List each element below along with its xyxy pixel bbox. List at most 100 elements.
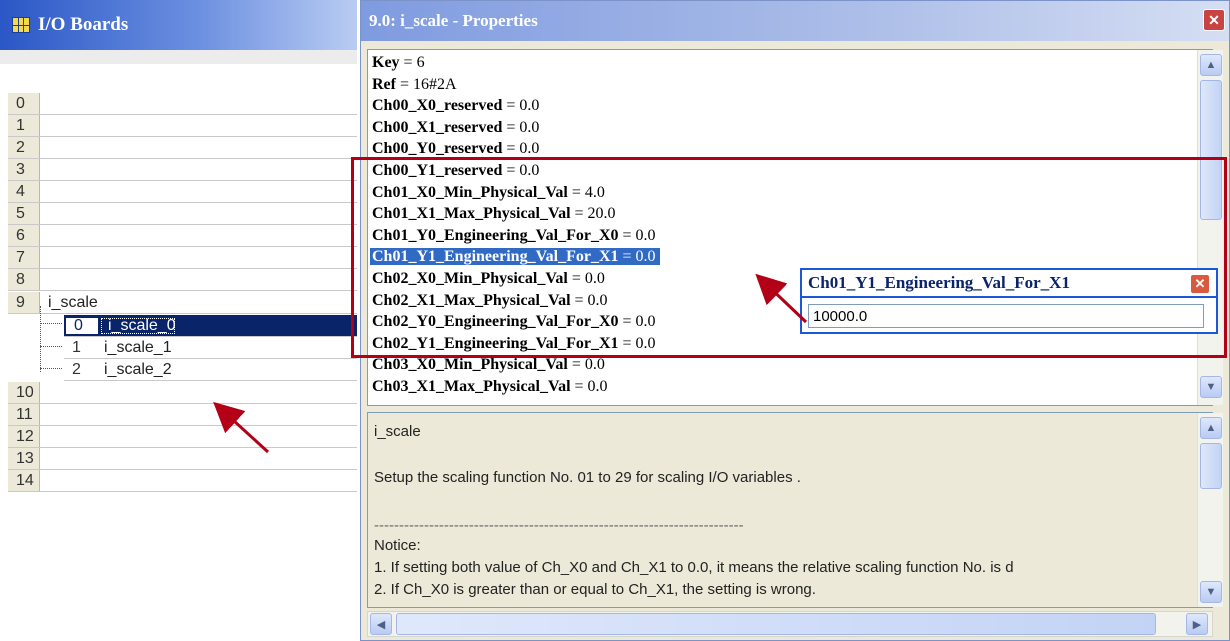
- scroll-left-icon[interactable]: ◀: [370, 613, 392, 635]
- property-value: = 0.0: [570, 378, 608, 395]
- tree-connector: [40, 306, 41, 372]
- property-value: = 0.0: [570, 291, 608, 309]
- scroll-right-icon[interactable]: ▶: [1186, 613, 1208, 635]
- board-slot-row[interactable]: 7: [8, 247, 357, 269]
- property-row[interactable]: Ch02_X1_Max_Physical_Val = 0.0: [370, 292, 612, 309]
- slot-number: 14: [8, 470, 40, 491]
- property-row[interactable]: Ch00_Y1_reserved = 0.0: [370, 162, 543, 179]
- tree-child-item[interactable]: 1 i_scale_1: [64, 337, 357, 359]
- scroll-down-icon[interactable]: ▼: [1200, 376, 1222, 398]
- property-row[interactable]: Ch02_Y0_Engineering_Val_For_X0 = 0.0: [370, 313, 660, 330]
- property-row[interactable]: Ch03_X0_Min_Physical_Val = 0.0: [370, 356, 609, 373]
- slot-number: 5: [8, 203, 40, 224]
- slot-number: 10: [8, 382, 40, 403]
- property-row[interactable]: Ch01_X0_Min_Physical_Val = 4.0: [370, 184, 609, 201]
- property-row[interactable]: Ref = 16#2A: [370, 76, 461, 93]
- board-slot-row[interactable]: 3: [8, 159, 357, 181]
- property-key: Ch01_X0_Min_Physical_Val: [372, 183, 568, 201]
- property-key: Ch01_X1_Max_Physical_Val: [372, 205, 571, 223]
- scroll-thumb[interactable]: [1200, 80, 1222, 220]
- property-key: Ch00_Y0_reserved: [372, 140, 503, 158]
- board-slot-row[interactable]: 13: [8, 448, 357, 470]
- board-slot-row[interactable]: 5: [8, 203, 357, 225]
- slot-number: 13: [8, 448, 40, 469]
- slot-number: 2: [8, 137, 40, 158]
- property-value: = 0.0: [618, 248, 656, 266]
- property-key: Ch02_X0_Min_Physical_Val: [372, 270, 568, 287]
- board-slot-row[interactable]: 11: [8, 404, 357, 426]
- value-edit-popup: Ch01_Y1_Engineering_Val_For_X1 ✕ 10000.0: [800, 268, 1218, 334]
- board-slot-row[interactable]: 14: [8, 470, 357, 492]
- board-slot-row[interactable]: 2: [8, 137, 357, 159]
- desc-scroll-thumb[interactable]: [1200, 443, 1222, 489]
- property-key: Ch03_X0_Min_Physical_Val: [372, 356, 568, 374]
- properties-titlebar: 9.0: i_scale - Properties: [361, 1, 1229, 41]
- scroll-up-icon[interactable]: ▲: [1200, 54, 1222, 76]
- board-slot-row[interactable]: 10: [8, 382, 357, 404]
- properties-close-icon[interactable]: ✕: [1203, 9, 1225, 31]
- edit-popup-close-icon[interactable]: ✕: [1190, 274, 1210, 294]
- property-value: = 0.0: [502, 97, 540, 115]
- property-value: = 0.0: [618, 334, 656, 352]
- slot-number: 1: [72, 338, 81, 356]
- property-row[interactable]: Ch03_X1_Max_Physical_Val = 0.0: [370, 378, 612, 395]
- properties-list[interactable]: Key = 6 Ref = 16#2A Ch00_X0_reserved = 0.0…: [367, 49, 1213, 406]
- property-value: = 0.0: [502, 118, 540, 136]
- property-row[interactable]: Ch01_Y1_Engineering_Val_For_X1 = 0.0: [370, 248, 660, 266]
- property-key: Ch00_Y1_reserved: [372, 162, 503, 179]
- value-input[interactable]: 10000.0: [808, 304, 1204, 328]
- h-scroll-thumb[interactable]: [396, 613, 1156, 635]
- slot-number: 8: [8, 269, 40, 290]
- slot-number: 4: [8, 181, 40, 202]
- property-value: = 0.0: [567, 356, 605, 374]
- property-row[interactable]: Ch01_X1_Max_Physical_Val = 20.0: [370, 205, 620, 222]
- property-value: = 0.0: [502, 140, 540, 158]
- desc-scroll-down-icon[interactable]: ▼: [1200, 581, 1222, 603]
- property-row[interactable]: Ch01_Y0_Engineering_Val_For_X0 = 0.0: [370, 227, 660, 244]
- property-row[interactable]: Ch00_Y0_reserved = 0.0: [370, 140, 543, 157]
- property-value: = 0.0: [618, 226, 656, 244]
- board-slot-row[interactable]: 12: [8, 426, 357, 448]
- horizontal-scrollbar[interactable]: ◀ ▶: [367, 611, 1213, 637]
- property-row[interactable]: Ch00_X0_reserved = 0.0: [370, 97, 543, 114]
- slot-number: 0: [64, 315, 100, 336]
- property-row[interactable]: Ch00_X1_reserved = 0.0: [370, 119, 543, 136]
- slot-number: 11: [8, 404, 40, 425]
- tree-child-item[interactable]: 2 i_scale_2: [64, 359, 357, 381]
- tree-child-item[interactable]: 0 i_scale_0: [64, 315, 357, 337]
- property-value: = 4.0: [567, 183, 605, 201]
- tree-connector: [40, 346, 62, 347]
- board-slot-row[interactable]: 0: [8, 93, 357, 115]
- edit-popup-title: Ch01_Y1_Engineering_Val_For_X1: [802, 270, 1216, 298]
- board-slot-row[interactable]: 9 i_scale: [8, 292, 357, 314]
- property-key: Ch01_Y1_Engineering_Val_For_X1: [372, 248, 619, 266]
- properties-scrollbar[interactable]: ▲ ▼: [1197, 50, 1223, 405]
- property-row[interactable]: Key = 6: [370, 54, 429, 71]
- board-slot-row[interactable]: 8: [8, 269, 357, 291]
- board-label: i_scale_1: [104, 338, 172, 356]
- property-key: Ref: [372, 75, 396, 93]
- slot-number: 3: [8, 159, 40, 180]
- description-scrollbar[interactable]: ▲ ▼: [1197, 413, 1223, 607]
- desc-scroll-up-icon[interactable]: ▲: [1200, 417, 1222, 439]
- board-slot-row[interactable]: 1: [8, 115, 357, 137]
- property-key: Ch02_X1_Max_Physical_Val: [372, 291, 571, 309]
- io-boards-title: I/O Boards: [38, 14, 129, 35]
- board-label: i_scale: [48, 293, 98, 311]
- property-key: Ch01_Y0_Engineering_Val_For_X0: [372, 226, 619, 244]
- properties-title: 9.0: i_scale - Properties: [369, 11, 538, 30]
- property-value: = 0.0: [567, 270, 605, 287]
- board-slot-row[interactable]: 4: [8, 181, 357, 203]
- property-value: = 20.0: [570, 205, 616, 223]
- slot-number: 2: [72, 360, 81, 378]
- property-row[interactable]: Ch02_X0_Min_Physical_Val = 0.0: [370, 270, 609, 287]
- property-key: Ch02_Y0_Engineering_Val_For_X0: [372, 313, 619, 331]
- property-row[interactable]: Ch02_Y1_Engineering_Val_For_X1 = 0.0: [370, 335, 660, 352]
- board-slot-row[interactable]: 6: [8, 225, 357, 247]
- property-key: Ch03_X1_Max_Physical_Val: [372, 378, 571, 395]
- board-label: i_scale_0: [100, 316, 176, 335]
- property-key: Key: [372, 54, 400, 71]
- description-panel: i_scale Setup the scaling function No. 0…: [367, 412, 1213, 608]
- description-separator: ----------------------------------------…: [374, 517, 744, 534]
- description-notice-1: 1. If setting both value of Ch_X0 and Ch…: [374, 559, 1014, 576]
